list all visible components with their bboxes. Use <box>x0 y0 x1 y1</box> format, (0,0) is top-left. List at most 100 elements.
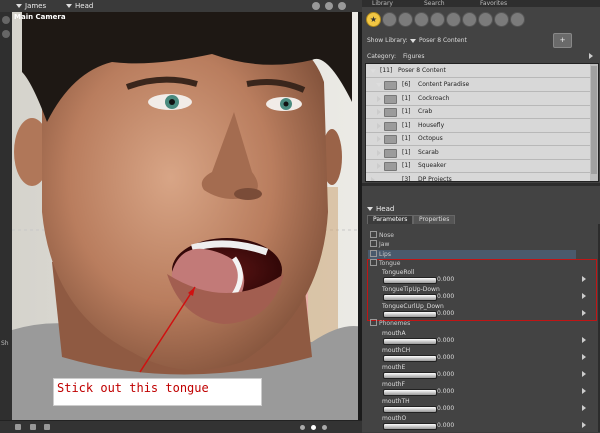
dial-value[interactable]: 0.000 <box>437 310 454 317</box>
figures-icon[interactable]: ★ <box>366 12 381 27</box>
dial-label: TongueTipUp-Down <box>382 286 440 293</box>
dial-value[interactable]: 0.000 <box>437 388 454 395</box>
chevron-right-icon[interactable] <box>582 276 586 282</box>
camera-icon[interactable] <box>478 12 493 27</box>
tab-properties[interactable]: Properties <box>413 215 456 224</box>
parameters-tabs: Parameters Properties <box>365 215 597 224</box>
tongue-curl-dial[interactable] <box>383 311 437 318</box>
preview-icon[interactable] <box>325 2 333 10</box>
chevron-right-icon[interactable] <box>582 293 586 299</box>
tree-row[interactable]: [1] Housefly <box>366 119 598 133</box>
tab-favorites[interactable]: Favorites <box>480 0 507 7</box>
group-phonemes[interactable]: Phonemes <box>370 319 410 328</box>
dial-label: mouthE <box>382 364 406 371</box>
pose-icon[interactable] <box>398 12 413 27</box>
chevron-right-icon[interactable] <box>589 53 593 59</box>
group-nose[interactable]: Nose <box>370 231 394 240</box>
mouth-a-dial[interactable] <box>383 338 437 345</box>
tree-row[interactable]: [1] Octopus <box>366 132 598 146</box>
tree-row[interactable]: [1] Cockroach <box>366 92 598 106</box>
mouth-f-dial[interactable] <box>383 389 437 396</box>
right-panel: Library Search Favorites ★ Show Library:… <box>362 0 600 432</box>
tree-row[interactable]: [1] Crab <box>366 105 598 119</box>
dial-value[interactable]: 0.000 <box>437 276 454 283</box>
selected-row-bar <box>368 250 576 259</box>
page-dot-3[interactable] <box>322 425 327 430</box>
actor-menu[interactable]: Head <box>66 1 93 11</box>
zoom-out-icon[interactable] <box>15 424 21 430</box>
mouth-o-dial[interactable] <box>383 423 437 430</box>
side-control-1[interactable] <box>2 16 10 24</box>
page-dot-1[interactable] <box>300 425 305 430</box>
category-label: Category: <box>367 53 396 60</box>
hand-icon[interactable] <box>430 12 445 27</box>
fit-view-icon[interactable] <box>44 424 50 430</box>
tree-row[interactable]: [3] DP Projects <box>366 173 598 181</box>
chevron-right-icon[interactable] <box>582 310 586 316</box>
tongue-roll-dial[interactable] <box>383 277 437 284</box>
tree-row[interactable]: [11] Poser 8 Content <box>366 64 598 78</box>
chevron-right-icon[interactable] <box>582 371 586 377</box>
folder-icon <box>384 135 397 144</box>
folder-icon <box>384 162 397 171</box>
library-tree: [11] Poser 8 Content [6] Content Paradis… <box>365 63 599 182</box>
chevron-right-icon <box>377 163 381 169</box>
parameters-title: Head <box>367 205 394 213</box>
light-icon[interactable] <box>462 12 477 27</box>
chevron-right-icon[interactable] <box>582 337 586 343</box>
chevron-right-icon <box>377 123 381 129</box>
chevron-right-icon[interactable] <box>582 388 586 394</box>
render-settings-icon[interactable] <box>312 2 320 10</box>
mouth-e-dial[interactable] <box>383 372 437 379</box>
tab-library[interactable]: Library <box>372 0 393 7</box>
group-tongue[interactable]: Tongue <box>370 259 400 268</box>
viewport-bottom-bar <box>0 420 362 433</box>
chevron-right-icon[interactable] <box>582 422 586 428</box>
tree-scrollbar[interactable] <box>590 64 598 181</box>
tree-scroll-thumb[interactable] <box>591 66 597 174</box>
page-dot-2[interactable] <box>311 425 316 430</box>
library-tabs: Library Search Favorites <box>362 0 600 7</box>
group-lips[interactable]: Lips <box>370 250 391 259</box>
expression-icon[interactable] <box>414 12 429 27</box>
tree-row[interactable]: [6] Content Paradise <box>366 78 598 92</box>
annotation-callout: Stick out this tongue <box>53 378 262 406</box>
scene-icon[interactable] <box>510 12 525 27</box>
dial-value[interactable]: 0.000 <box>437 405 454 412</box>
collapse-icon <box>370 259 377 266</box>
dial-value[interactable]: 0.000 <box>437 371 454 378</box>
props-icon[interactable] <box>446 12 461 27</box>
side-control-2[interactable] <box>2 30 10 38</box>
render-view[interactable]: Main Camera <box>12 12 362 420</box>
tab-parameters[interactable]: Parameters <box>367 215 414 224</box>
materials-icon[interactable] <box>494 12 509 27</box>
parameters-list: Nose Jaw Lips Tongue TongueRoll 0.000 To… <box>365 224 597 432</box>
hair-icon[interactable] <box>382 12 397 27</box>
dial-value[interactable]: 0.000 <box>437 422 454 429</box>
mouth-ch-dial[interactable] <box>383 355 437 362</box>
expand-icon <box>370 240 377 247</box>
dial-value[interactable]: 0.000 <box>437 337 454 344</box>
show-library-select[interactable]: Poser 8 Content <box>410 37 467 44</box>
panel-divider[interactable] <box>362 183 600 186</box>
add-library-button[interactable]: + <box>553 33 572 48</box>
dial-value[interactable]: 0.000 <box>437 354 454 361</box>
folder-icon <box>384 108 397 117</box>
dial-label: mouthCH <box>382 347 411 354</box>
zoom-in-icon[interactable] <box>30 424 36 430</box>
tree-row[interactable]: [1] Scarab <box>366 146 598 160</box>
viewport-options-icon[interactable] <box>338 2 346 10</box>
tongue-tip-dial[interactable] <box>383 294 437 301</box>
expand-icon <box>370 250 377 257</box>
chevron-right-icon[interactable] <box>582 405 586 411</box>
chevron-down-icon <box>370 69 376 73</box>
group-jaw[interactable]: Jaw <box>370 240 389 249</box>
folder-icon <box>384 81 397 90</box>
tree-row[interactable]: [1] Squeaker <box>366 159 598 173</box>
expand-icon <box>370 231 377 238</box>
chevron-right-icon[interactable] <box>582 354 586 360</box>
dial-value[interactable]: 0.000 <box>437 293 454 300</box>
figure-menu[interactable]: James <box>16 1 46 11</box>
mouth-th-dial[interactable] <box>383 406 437 413</box>
tab-search[interactable]: Search <box>424 0 445 7</box>
